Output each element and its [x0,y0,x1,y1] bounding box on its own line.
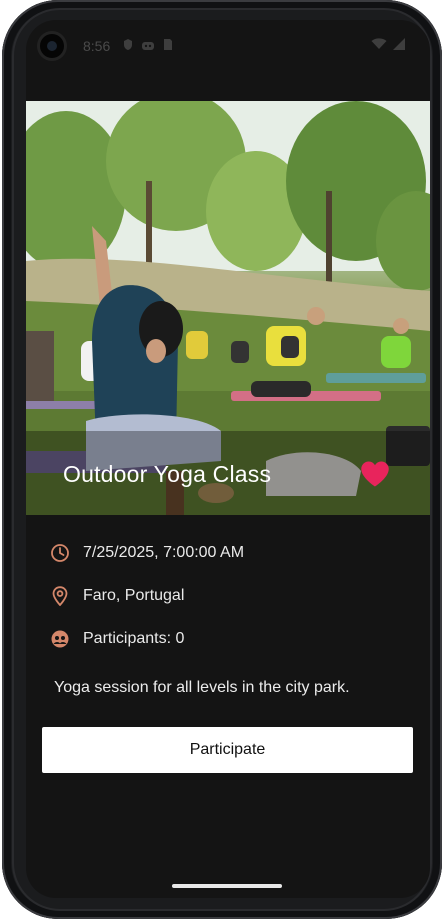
event-image: Outdoor Yoga Class [26,101,430,515]
phone-frame: 8:56 Outdoor Yoga Class 7/25/2025, 7:00:… [2,0,442,919]
status-bar: 8:56 [26,20,430,70]
home-indicator[interactable] [172,884,282,888]
participate-button[interactable]: Participate [42,727,413,773]
event-participants-row: Participants: 0 [50,627,184,651]
wifi-icon [371,38,387,49]
shield-icon [124,39,132,50]
event-datetime: 7/25/2025, 7:00:00 AM [83,544,245,561]
app-screen: 8:56 Outdoor Yoga Class 7/25/2025, 7:00:… [26,20,430,898]
cell-signal-icon [393,38,405,50]
status-icons-right [371,38,406,50]
event-title: Outdoor Yoga Class [63,461,272,487]
event-description: Yoga session for all levels in the city … [54,679,350,696]
status-time: 8:56 [83,38,111,54]
event-location: Faro, Portugal [83,587,185,604]
event-participants: Participants: 0 [83,630,185,647]
status-icons-left [123,38,173,51]
front-camera [40,34,64,58]
event-location-row: Faro, Portugal [50,584,184,608]
android-icon [142,41,154,50]
location-pin-icon [52,586,68,606]
participants-icon [51,630,69,648]
sim-card-icon [164,39,172,50]
heart-icon[interactable] [360,460,390,488]
event-datetime-row: 7/25/2025, 7:00:00 AM [50,541,244,565]
clock-icon [51,544,69,562]
